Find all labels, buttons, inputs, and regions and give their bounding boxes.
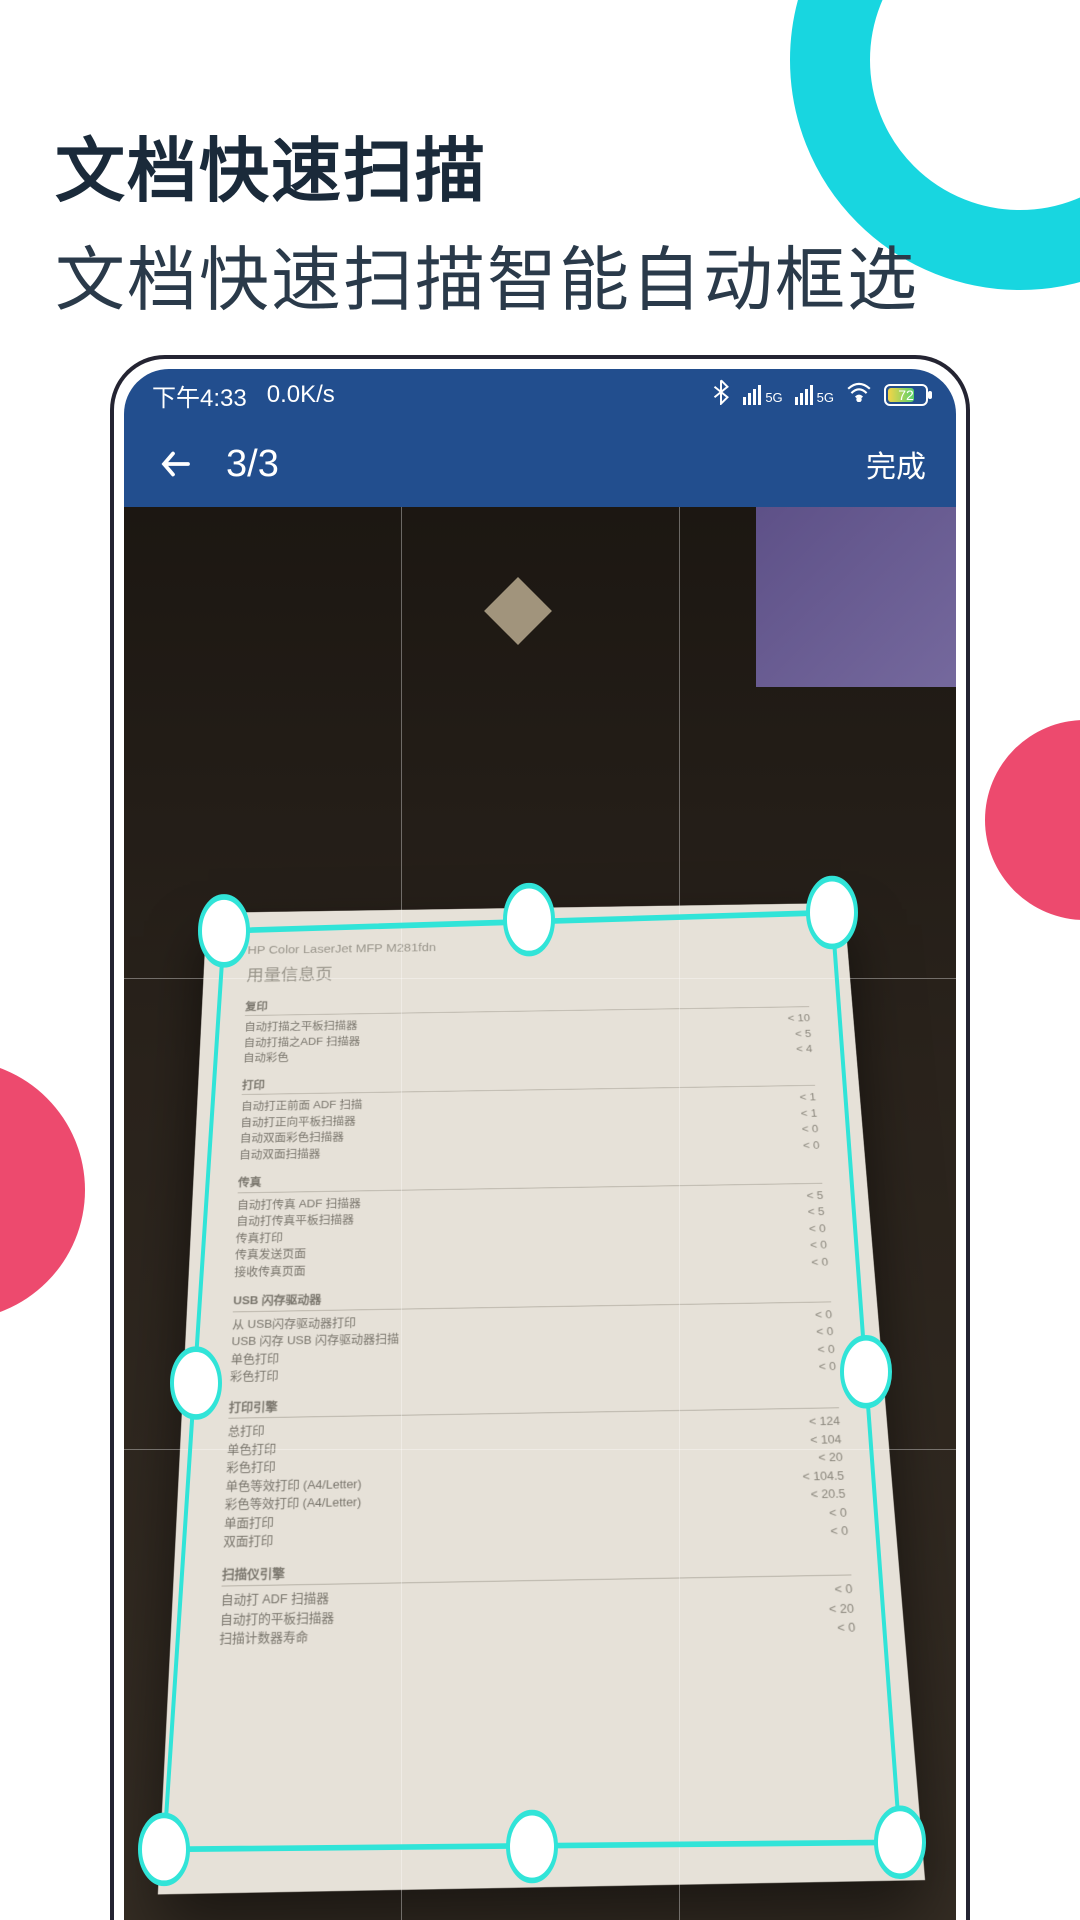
arrow-left-icon (158, 446, 194, 482)
phone-screen: 下午4:33 0.0K/s 5G (124, 369, 956, 1920)
document-section: 传真自动打传真 ADF 扫描器< 5自动打传真平板扫描器< 5传真打印< 0传真… (234, 1164, 829, 1279)
bluetooth-icon (711, 379, 731, 412)
battery-icon: 72 (884, 384, 928, 406)
done-button[interactable]: 完成 (866, 442, 926, 486)
camera-background-object (756, 507, 956, 687)
scanner-viewport[interactable]: HP Color LaserJet MFP M281fdn 用量信息页 复印自动… (124, 507, 956, 1920)
document-section: 复印自动打描之平板扫描器< 10自动打描之ADF 扫描器< 5自动彩色< 4 (243, 989, 813, 1065)
document-header-2: 用量信息页 (246, 956, 807, 988)
detected-document-wrap: HP Color LaserJet MFP M281fdn 用量信息页 复印自动… (164, 797, 916, 1880)
status-time: 下午4:33 (152, 378, 247, 413)
decorative-pink-circle-left (0, 1060, 85, 1320)
document-section: 扫描仪引擎自动打 ADF 扫描器< 0自动打的平板扫描器< 20扫描计数器寿命<… (219, 1554, 856, 1649)
status-net-speed: 0.0K/s (267, 381, 335, 409)
headline-title: 文档快速扫描 (55, 115, 919, 216)
app-bar: 3/3 完成 (124, 421, 956, 507)
signal-1-icon: 5G (743, 385, 782, 405)
status-bar: 下午4:33 0.0K/s 5G (124, 369, 956, 421)
document-header-1: HP Color LaserJet MFP M281fdn (247, 934, 805, 960)
grid-line (124, 978, 956, 979)
detected-document: HP Color LaserJet MFP M281fdn 用量信息页 复印自动… (158, 903, 925, 1894)
grid-line (124, 1449, 956, 1450)
wifi-icon (846, 381, 872, 409)
document-section: 打印自动打正前面 ADF 扫描< 1自动打正向平板扫描器< 1自动双面彩色扫描器… (239, 1068, 820, 1163)
document-section: 打印引擎总打印< 124单色打印< 104彩色打印< 20单色等效打印 (A4/… (223, 1388, 849, 1551)
grid-line (401, 507, 402, 1920)
phone-frame: 下午4:33 0.0K/s 5G (110, 355, 970, 1920)
grid-line (679, 507, 680, 1920)
marketing-headline: 文档快速扫描 文档快速扫描智能自动框选 (55, 115, 919, 325)
headline-subtitle: 文档快速扫描智能自动框选 (55, 224, 919, 325)
back-button[interactable] (154, 442, 198, 486)
page-counter: 3/3 (226, 443, 279, 486)
decorative-pink-circle-right (985, 720, 1080, 920)
document-section: USB 闪存驱动器从 USB闪存驱动器打印< 0USB 闪存 USB 闪存驱动器… (230, 1282, 837, 1385)
signal-2-icon: 5G (795, 385, 834, 405)
